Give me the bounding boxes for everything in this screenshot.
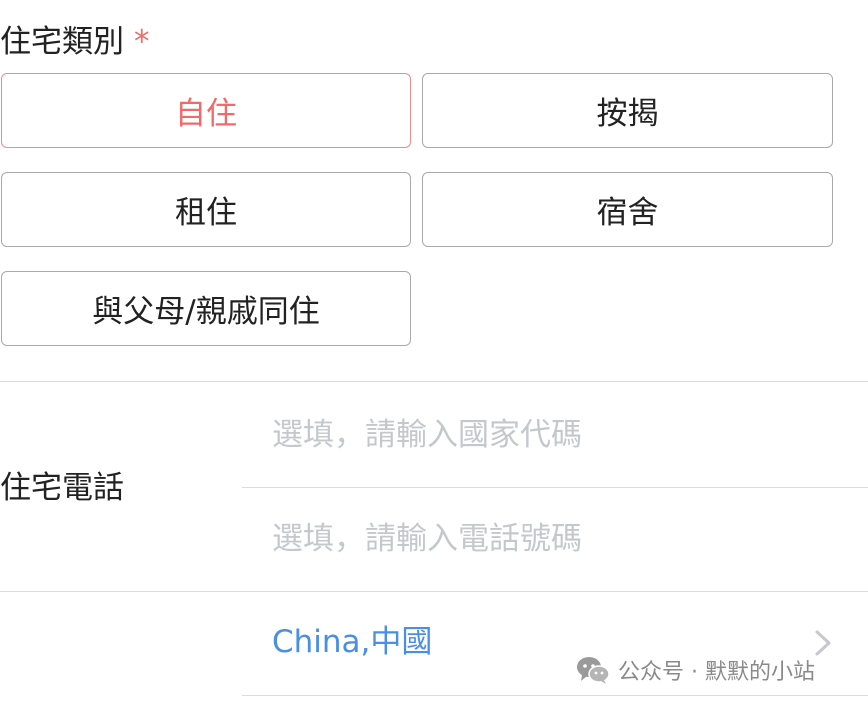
residence-type-label: 住宅類別 *	[0, 22, 150, 62]
section-divider	[0, 381, 868, 382]
residence-type-label-text: 住宅類別	[0, 24, 124, 60]
home-phone-label: 住宅電話	[0, 470, 124, 506]
option-label: 自住	[175, 96, 237, 132]
option-mortgage[interactable]: 按揭	[422, 73, 833, 148]
field-divider	[242, 695, 868, 696]
option-with-parents-relatives[interactable]: 與父母/親戚同住	[1, 271, 411, 346]
option-label: 租住	[175, 195, 237, 231]
watermark-text: 公众号 · 默默的小站	[618, 660, 815, 685]
residence-form: 住宅類別 * 自住 按揭 租住 宿舍 與父母/親戚同住 住宅電話 China,中國	[0, 0, 868, 704]
chevron-right-icon[interactable]	[812, 628, 834, 658]
option-label: 與父母/親戚同住	[92, 294, 320, 330]
option-label: 按揭	[596, 96, 659, 132]
section-divider	[0, 591, 868, 592]
country-code-input[interactable]	[272, 410, 832, 460]
option-dormitory[interactable]: 宿舍	[422, 172, 833, 247]
watermark: 公众号 · 默默的小站	[576, 654, 815, 686]
wechat-icon	[577, 657, 610, 684]
required-mark: *	[134, 24, 150, 60]
field-divider	[242, 487, 868, 488]
option-self-occupied[interactable]: 自住	[1, 73, 411, 148]
phone-number-input[interactable]	[272, 514, 832, 564]
option-label: 宿舍	[596, 195, 659, 231]
country-select[interactable]: China,中國	[272, 620, 432, 664]
option-rented[interactable]: 租住	[1, 172, 411, 247]
